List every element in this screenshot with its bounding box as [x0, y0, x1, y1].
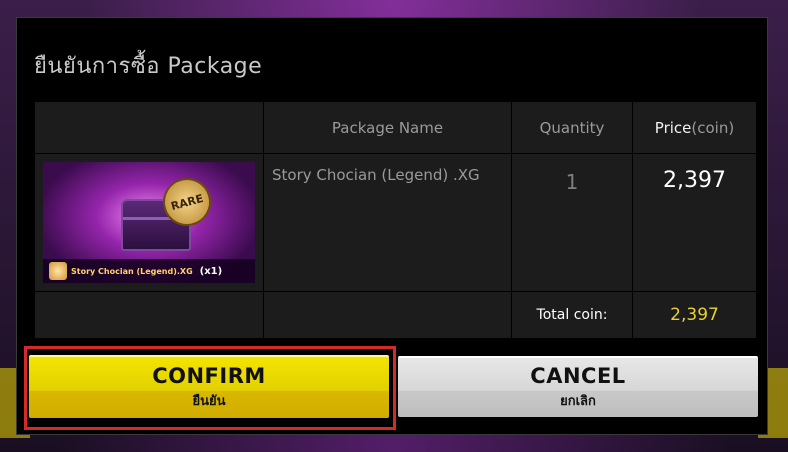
- confirm-button-label: CONFIRM: [152, 364, 266, 388]
- quantity-cell: 1: [512, 154, 632, 291]
- total-empty-cell-2: [264, 292, 511, 338]
- header-price-unit: (coin): [691, 118, 735, 137]
- package-thumbnail: RARE Story Chocian (Legend).XG (x1): [43, 162, 255, 283]
- header-quantity: Quantity: [512, 102, 632, 153]
- header-package-name: Package Name: [264, 102, 511, 153]
- package-name-cell: Story Chocian (Legend) .XG: [264, 154, 511, 291]
- total-empty-cell-1: [35, 292, 263, 338]
- confirm-button[interactable]: CONFIRM ยืนยัน: [29, 355, 389, 418]
- cancel-button[interactable]: CANCEL ยกเลิก: [398, 356, 758, 417]
- thumbnail-caption: Story Chocian (Legend).XG (x1): [43, 259, 255, 283]
- cancel-button-sublabel: ยกเลิก: [560, 394, 596, 409]
- confirm-button-sublabel: ยืนยัน: [192, 394, 226, 409]
- header-thumbnail: [35, 102, 263, 153]
- package-table: Package Name Quantity Price (coin) RARE S…: [35, 102, 756, 338]
- thumbnail-cell: RARE Story Chocian (Legend).XG (x1): [35, 154, 263, 291]
- header-price: Price (coin): [633, 102, 756, 153]
- total-coin-label: Total coin:: [512, 292, 632, 338]
- thumbnail-caption-text: Story Chocian (Legend).XG: [71, 266, 193, 276]
- thumbnail-quantity: (x1): [199, 265, 223, 277]
- header-price-label: Price: [654, 118, 692, 137]
- price-cell: 2,397: [633, 154, 756, 291]
- dialog-title: ยืนยันการซื้อ Package: [34, 54, 263, 79]
- character-avatar-icon: [49, 262, 67, 280]
- cancel-button-label: CANCEL: [530, 364, 626, 388]
- total-coin-value: 2,397: [633, 292, 756, 338]
